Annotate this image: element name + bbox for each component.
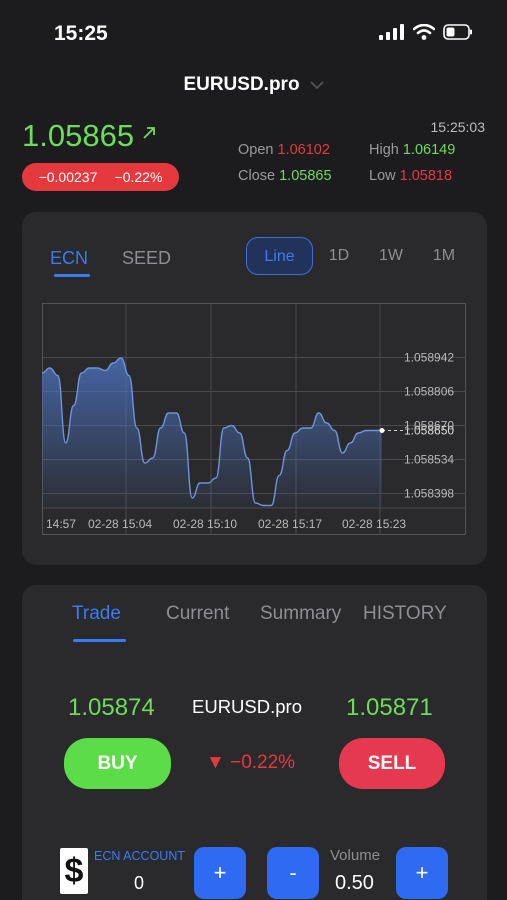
trend-up-icon [143, 127, 155, 139]
x-tick-label: 14:57 [46, 517, 76, 531]
price-area [42, 358, 382, 508]
low-value: 1.05818 [399, 168, 453, 184]
low-stat: Low 1.05818 [369, 168, 452, 184]
open-stat: Open 1.06102 [238, 142, 330, 158]
tab-ecn[interactable]: ECN [50, 248, 88, 269]
signal-icon [379, 24, 404, 40]
range-1d-button[interactable]: 1D [322, 237, 356, 275]
symbol-selector[interactable]: EURUSD.pro [0, 74, 507, 96]
close-stat: Close 1.05865 [238, 168, 332, 184]
x-tick-label: 02-28 15:10 [173, 517, 237, 531]
change-percent: −0.22% [114, 169, 163, 185]
tab-seed[interactable]: SEED [122, 248, 171, 269]
y-tick-label: 1.058806 [404, 385, 454, 399]
close-value: 1.05865 [279, 168, 332, 184]
price-chart[interactable]: 1.0586501.0589421.0588061.0586701.058534… [42, 303, 466, 535]
quote-time: 15:25:03 [430, 119, 486, 135]
trade-change: ▼ −0.22% [206, 752, 295, 774]
x-tick-label: 02-28 15:17 [258, 517, 322, 531]
volume-label: Volume [330, 847, 381, 864]
y-tick-label: 1.058534 [404, 453, 454, 467]
chevron-down-icon [309, 81, 324, 89]
volume-decrement-button[interactable]: - [267, 847, 319, 899]
low-label: Low [369, 168, 396, 184]
wifi-icon [413, 24, 435, 40]
current-price: 1.05865 [22, 118, 135, 153]
tab-trade[interactable]: Trade [72, 603, 121, 625]
range-1m-button[interactable]: 1M [427, 237, 461, 275]
status-bar: 15:25 [0, 0, 507, 60]
y-tick-label: 1.058942 [404, 351, 454, 365]
account-value: 0 [134, 873, 145, 893]
y-tick-label: 1.058670 [404, 419, 454, 433]
battery-icon [443, 24, 472, 40]
x-tick-label: 02-28 15:04 [88, 517, 152, 531]
down-arrow-icon: ▼ [206, 752, 225, 773]
tab-history[interactable]: HISTORY [363, 603, 447, 625]
status-icons [379, 24, 473, 40]
tab-summary[interactable]: Summary [260, 603, 341, 625]
volume-value: 0.50 [335, 872, 374, 894]
tab-trade-indicator [73, 639, 126, 642]
range-1w-button[interactable]: 1W [374, 237, 408, 275]
high-stat: High 1.06149 [369, 142, 455, 158]
volume-increment-button[interactable]: + [396, 847, 448, 899]
range-line-button[interactable]: Line [246, 237, 313, 275]
current-price-dot [379, 428, 385, 433]
dollar-icon: $ [60, 848, 88, 894]
buy-button[interactable]: BUY [64, 738, 171, 789]
ask-price: 1.05871 [346, 694, 433, 721]
tab-current[interactable]: Current [166, 603, 229, 625]
trade-symbol: EURUSD.pro [192, 696, 302, 717]
account-label: ECN ACCOUNT [94, 849, 185, 863]
symbol-title: EURUSD.pro [183, 74, 300, 95]
sell-button[interactable]: SELL [339, 738, 445, 789]
account-increment-button[interactable]: + [194, 847, 246, 899]
chart-card: ECN SEED Line 1D 1W 1M 1.058650 1.058942 1… [22, 212, 487, 565]
tab-ecn-indicator [54, 274, 90, 277]
change-badge: −0.00237 −0.22% [22, 163, 179, 191]
trade-change-percent: −0.22% [230, 752, 296, 773]
change-value: −0.00237 [38, 169, 98, 185]
close-label: Close [238, 168, 276, 184]
high-label: High [369, 142, 399, 158]
bid-price: 1.05874 [68, 694, 155, 721]
trade-card: Trade Current Summary HISTORY 1.05874 EU… [22, 585, 487, 900]
status-time: 15:25 [54, 22, 108, 45]
open-value: 1.06102 [277, 142, 330, 158]
x-tick-label: 02-28 15:23 [342, 517, 406, 531]
high-value: 1.06149 [402, 142, 456, 158]
open-label: Open [238, 142, 274, 158]
y-tick-label: 1.058398 [404, 487, 454, 501]
